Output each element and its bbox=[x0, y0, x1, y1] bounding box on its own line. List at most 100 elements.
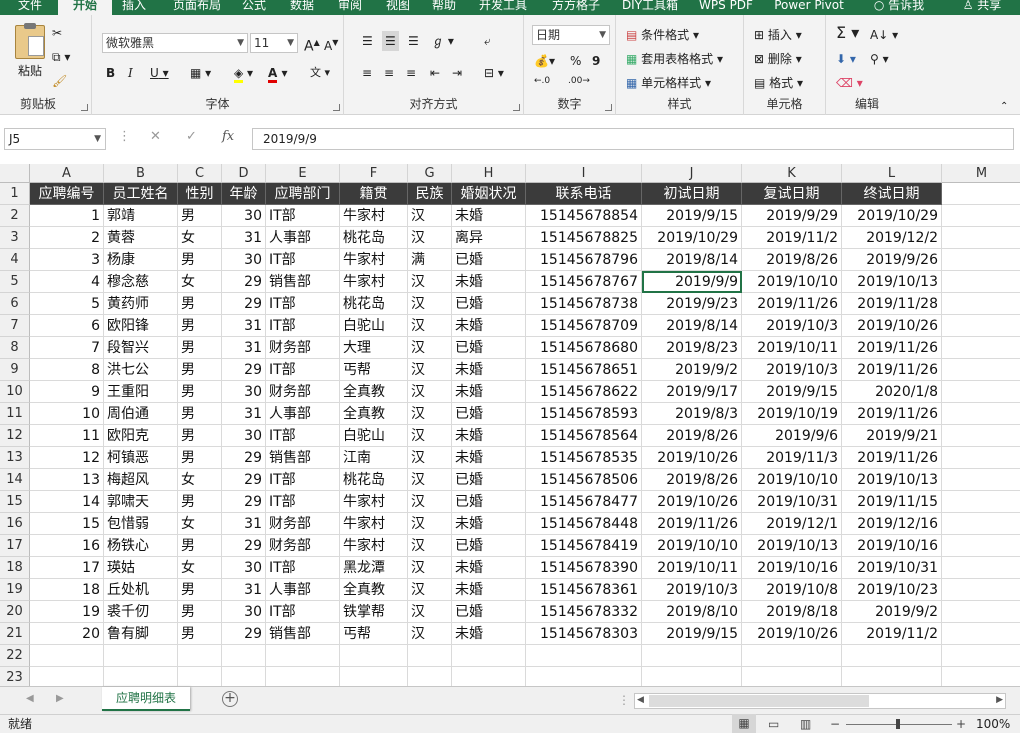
table-cell[interactable]: 全真教 bbox=[340, 403, 408, 425]
table-header-cell[interactable]: 应聘部门 bbox=[266, 183, 340, 205]
table-cell[interactable]: 29 bbox=[222, 535, 266, 557]
table-cell[interactable]: IT部 bbox=[266, 469, 340, 491]
scrollbar-thumb[interactable] bbox=[649, 695, 869, 707]
column-header-j[interactable]: J bbox=[642, 164, 742, 183]
insert-function-button[interactable]: fx bbox=[222, 129, 234, 144]
table-cell[interactable]: 15145678390 bbox=[526, 557, 642, 579]
table-cell[interactable]: 女 bbox=[178, 271, 222, 293]
decrease-decimal-icon[interactable]: .00→ bbox=[568, 73, 590, 89]
table-cell[interactable]: 男 bbox=[178, 491, 222, 513]
table-cell[interactable]: 2019/10/31 bbox=[742, 491, 842, 513]
tab-diy-toolbox[interactable]: DIY工具箱 bbox=[618, 0, 682, 15]
table-cell[interactable]: 已婚 bbox=[452, 535, 526, 557]
table-cell[interactable]: 2019/10/26 bbox=[642, 491, 742, 513]
row-header-20[interactable]: 20 bbox=[0, 601, 30, 623]
row-header-17[interactable]: 17 bbox=[0, 535, 30, 557]
increase-decimal-icon[interactable]: ←.0 bbox=[534, 73, 550, 89]
empty-cell[interactable] bbox=[942, 469, 1020, 491]
table-cell[interactable]: 瑛姑 bbox=[104, 557, 178, 579]
align-top-icon[interactable]: ☰ bbox=[362, 33, 373, 49]
table-cell[interactable]: 男 bbox=[178, 403, 222, 425]
table-cell[interactable]: 已婚 bbox=[452, 403, 526, 425]
table-cell[interactable]: IT部 bbox=[266, 205, 340, 227]
table-cell[interactable]: 2019/10/13 bbox=[842, 271, 942, 293]
enter-icon[interactable]: ✓ bbox=[186, 129, 197, 144]
table-cell[interactable]: 丐帮 bbox=[340, 623, 408, 645]
table-cell[interactable]: 2019/12/2 bbox=[842, 227, 942, 249]
table-cell[interactable]: 未婚 bbox=[452, 359, 526, 381]
table-cell[interactable]: 财务部 bbox=[266, 381, 340, 403]
page-layout-view-icon[interactable]: ▭ bbox=[768, 715, 779, 733]
table-cell[interactable]: 11 bbox=[30, 425, 104, 447]
table-cell[interactable]: 女 bbox=[178, 469, 222, 491]
empty-cell[interactable] bbox=[942, 359, 1020, 381]
table-cell[interactable]: 女 bbox=[178, 513, 222, 535]
scroll-right-arrow-icon[interactable]: ▶ bbox=[996, 695, 1003, 705]
table-cell[interactable]: IT部 bbox=[266, 601, 340, 623]
active-cell[interactable]: 2019/9/9 bbox=[642, 271, 742, 293]
table-cell[interactable]: 全真教 bbox=[340, 381, 408, 403]
table-header-cell[interactable]: 年龄 bbox=[222, 183, 266, 205]
table-cell[interactable]: 30 bbox=[222, 381, 266, 403]
table-cell[interactable]: 2019/8/10 bbox=[642, 601, 742, 623]
empty-cell[interactable] bbox=[942, 447, 1020, 469]
table-cell[interactable]: 31 bbox=[222, 513, 266, 535]
row-header-13[interactable]: 13 bbox=[0, 447, 30, 469]
table-cell[interactable]: 2019/11/26 bbox=[842, 359, 942, 381]
column-header-e[interactable]: E bbox=[266, 164, 340, 183]
table-cell[interactable]: 男 bbox=[178, 579, 222, 601]
column-header-i[interactable]: I bbox=[526, 164, 642, 183]
cancel-icon[interactable]: ✕ bbox=[150, 129, 161, 144]
table-cell[interactable]: 未婚 bbox=[452, 513, 526, 535]
table-cell[interactable]: 汉 bbox=[408, 227, 452, 249]
table-cell[interactable]: 15145678303 bbox=[526, 623, 642, 645]
table-cell[interactable]: 2019/10/26 bbox=[642, 447, 742, 469]
align-right-icon[interactable]: ≡ bbox=[406, 65, 416, 81]
table-cell[interactable]: 桃花岛 bbox=[340, 469, 408, 491]
table-cell[interactable]: 2019/11/2 bbox=[842, 623, 942, 645]
table-cell[interactable]: 2019/10/13 bbox=[842, 469, 942, 491]
table-cell[interactable]: 汉 bbox=[408, 601, 452, 623]
tab-power-pivot[interactable]: Power Pivot bbox=[768, 0, 850, 15]
empty-cell[interactable] bbox=[942, 491, 1020, 513]
table-cell[interactable]: 男 bbox=[178, 425, 222, 447]
empty-cell[interactable] bbox=[452, 667, 526, 686]
table-cell[interactable]: 欧阳克 bbox=[104, 425, 178, 447]
clear-icon[interactable]: ⌫ ▾ bbox=[836, 75, 863, 91]
row-header-10[interactable]: 10 bbox=[0, 381, 30, 403]
table-cell[interactable]: 31 bbox=[222, 579, 266, 601]
table-cell[interactable]: 15145678361 bbox=[526, 579, 642, 601]
table-cell[interactable]: 2019/9/29 bbox=[742, 205, 842, 227]
tab-view[interactable]: 视图 bbox=[378, 0, 418, 15]
table-cell[interactable]: 16 bbox=[30, 535, 104, 557]
tab-review[interactable]: 审阅 bbox=[330, 0, 370, 15]
table-cell[interactable]: 王重阳 bbox=[104, 381, 178, 403]
merge-center-icon[interactable]: ⊟ ▾ bbox=[484, 65, 504, 81]
table-cell[interactable]: 30 bbox=[222, 205, 266, 227]
table-cell[interactable]: 2019/12/1 bbox=[742, 513, 842, 535]
table-cell[interactable]: 15145678622 bbox=[526, 381, 642, 403]
empty-cell[interactable] bbox=[526, 645, 642, 667]
table-cell[interactable]: 白驼山 bbox=[340, 425, 408, 447]
table-cell[interactable]: 15145678419 bbox=[526, 535, 642, 557]
table-cell[interactable]: 1 bbox=[30, 205, 104, 227]
column-header-g[interactable]: G bbox=[408, 164, 452, 183]
table-cell[interactable]: 女 bbox=[178, 227, 222, 249]
table-cell[interactable]: 全真教 bbox=[340, 579, 408, 601]
table-cell[interactable]: 牛家村 bbox=[340, 249, 408, 271]
table-cell[interactable]: 15145678738 bbox=[526, 293, 642, 315]
table-header-cell[interactable]: 性别 bbox=[178, 183, 222, 205]
table-cell[interactable]: 31 bbox=[222, 403, 266, 425]
table-cell[interactable]: 2019/9/15 bbox=[642, 205, 742, 227]
orientation-icon[interactable]: ℊ ▾ bbox=[432, 33, 454, 49]
table-cell[interactable]: 男 bbox=[178, 601, 222, 623]
empty-cell[interactable] bbox=[452, 645, 526, 667]
table-cell[interactable]: 郭靖 bbox=[104, 205, 178, 227]
table-cell[interactable]: 20 bbox=[30, 623, 104, 645]
table-cell[interactable]: 29 bbox=[222, 623, 266, 645]
empty-cell[interactable] bbox=[942, 579, 1020, 601]
table-cell[interactable]: 2019/10/16 bbox=[742, 557, 842, 579]
column-header-k[interactable]: K bbox=[742, 164, 842, 183]
empty-cell[interactable] bbox=[408, 667, 452, 686]
column-header-d[interactable]: D bbox=[222, 164, 266, 183]
